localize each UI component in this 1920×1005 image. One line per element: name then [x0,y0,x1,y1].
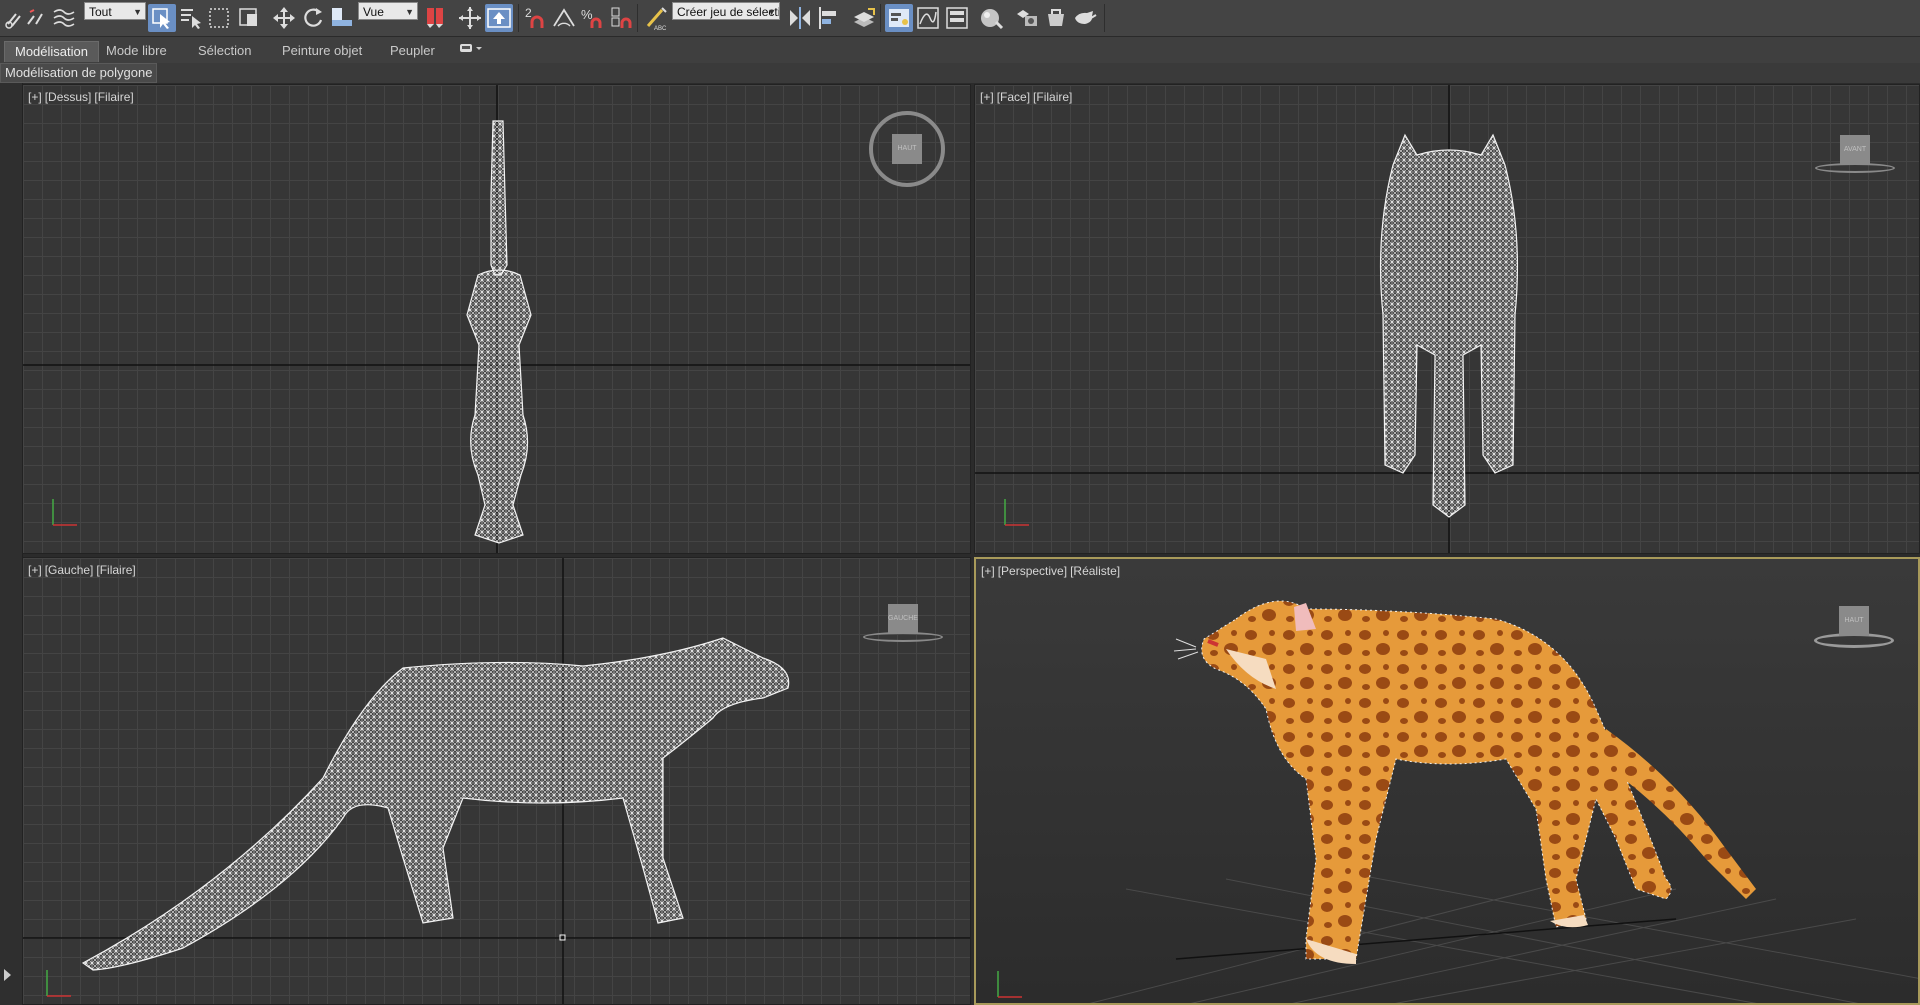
scene-explorer-icon[interactable] [885,4,913,32]
layer-manager-icon[interactable] [850,4,878,32]
tab-selection[interactable]: Sélection [188,41,261,61]
viewport-top[interactable]: [+] [Dessus] [Filaire] HAUT [22,84,971,554]
named-selection-value: Créer jeu de sélecti [677,5,780,19]
chevron-down-icon: ▼ [767,7,776,17]
viewport-label[interactable]: [+] [Gauche] [Filaire] [28,563,139,577]
rotate-icon[interactable] [299,4,327,32]
viewport-label[interactable]: [+] [Dessus] [Filaire] [28,90,137,104]
window-crossing-icon[interactable] [236,4,264,32]
viewport-front[interactable]: [+] [Face] [Filaire] AVANT [974,84,1920,554]
ribbon-options-icon[interactable] [448,41,494,61]
viewcube-face[interactable]: GAUCHE [888,604,918,634]
percent-snap-icon[interactable]: % [579,4,607,32]
viewport-perspective[interactable]: [+] [Perspective] [Réaliste] HAUT [974,557,1920,1005]
tab-peupler[interactable]: Peupler [380,41,445,61]
snap-2d-icon[interactable]: 2 [522,4,550,32]
toolbar-separator [880,4,881,32]
material-editor-icon[interactable] [978,4,1006,32]
move-icon[interactable] [270,4,298,32]
play-icon[interactable] [4,969,11,981]
view-name[interactable]: [Gauche] [45,563,94,577]
tab-mode-libre[interactable]: Mode libre [96,41,177,61]
reference-coord-value: Vue [363,5,384,19]
bind-space-warp-icon[interactable] [50,4,78,32]
axis-tripod [46,970,71,997]
reference-coord-dropdown[interactable]: Vue ▼ [358,2,418,20]
view-name[interactable]: [Perspective] [998,564,1067,578]
chevron-down-icon: ▼ [133,7,142,17]
pivot-icon[interactable] [422,4,450,32]
toolbar-separator [1104,4,1105,32]
chevron-down-icon: ▼ [405,7,414,17]
render-frame-icon[interactable] [1042,4,1070,32]
polygon-modeling-panel[interactable]: Modélisation de polygone [0,63,158,83]
shading-mode[interactable]: [Filaire] [96,563,135,577]
viewcube-face[interactable]: HAUT [892,134,922,164]
wireframe-top-view [23,85,970,553]
edit-named-selection-icon[interactable]: ABC [642,4,670,32]
axis-tripod [52,499,77,526]
wireframe-front-view [975,85,1919,553]
shading-mode[interactable]: [Réaliste] [1070,564,1120,578]
viewcube[interactable]: GAUCHE [863,594,943,644]
toolbar-separator [518,4,519,32]
viewcube[interactable]: HAUT [869,111,945,187]
render-icon[interactable] [1071,4,1099,32]
align-icon[interactable] [815,4,843,32]
tab-peinture-objet[interactable]: Peinture objet [272,41,372,61]
spinner-snap-icon[interactable] [608,4,636,32]
viewport-left[interactable]: [+] [Gauche] [Filaire] GAUCHE [22,557,971,1005]
svg-text:ABC: ABC [654,26,667,32]
view-name[interactable]: [Dessus] [45,90,92,104]
viewport-menu[interactable]: [+] [981,564,995,578]
viewcube[interactable]: HAUT [1812,595,1896,648]
named-selection-dropdown[interactable]: Créer jeu de sélecti ▼ [672,2,780,20]
unlink-icon[interactable] [22,4,50,32]
ribbon: Modélisation Mode libre Sélection Peintu… [0,37,1920,64]
select-object-icon[interactable] [148,4,176,32]
angle-snap-icon[interactable] [550,4,578,32]
wireframe-left-view [23,558,970,1004]
left-side-strip [0,83,23,1005]
viewcube-face[interactable]: HAUT [1839,606,1869,636]
viewcube[interactable]: AVANT [1815,125,1895,175]
manipulator-icon[interactable] [485,4,513,32]
tab-modelisation[interactable]: Modélisation [4,41,99,62]
toolbar-separator [637,4,638,32]
ribbon-panel-bar: Modélisation de polygone [0,63,1920,83]
leopard-model [1173,600,1756,964]
axis-tripod [1004,499,1029,526]
viewport-menu[interactable]: [+] [28,90,42,104]
axis-tripod [997,971,1022,998]
mirror-icon[interactable] [786,4,814,32]
viewcube-face[interactable]: AVANT [1840,135,1870,165]
viewport-label[interactable]: [+] [Face] [Filaire] [980,90,1075,104]
scale-icon[interactable] [328,4,356,32]
svg-text:%: % [581,7,593,22]
keyboard-shortcut-icon[interactable] [456,4,484,32]
rect-selection-icon[interactable] [206,4,234,32]
schematic-view-icon[interactable] [943,4,971,32]
render-setup-icon[interactable] [1013,4,1041,32]
curve-editor-icon[interactable] [914,4,942,32]
viewport-label[interactable]: [+] [Perspective] [Réaliste] [981,564,1123,578]
select-by-name-icon[interactable] [177,4,205,32]
viewport-menu[interactable]: [+] [980,90,994,104]
viewport-menu[interactable]: [+] [28,563,42,577]
selection-filter-dropdown[interactable]: Tout ▼ [84,2,146,20]
view-name[interactable]: [Face] [997,90,1030,104]
shading-mode[interactable]: [Filaire] [94,90,133,104]
shading-mode[interactable]: [Filaire] [1033,90,1072,104]
main-toolbar: Tout ▼ Vue ▼ 2 % ABC Créer jeu de sélect… [0,0,1920,37]
svg-text:2: 2 [525,6,532,20]
selection-filter-value: Tout [89,5,112,19]
